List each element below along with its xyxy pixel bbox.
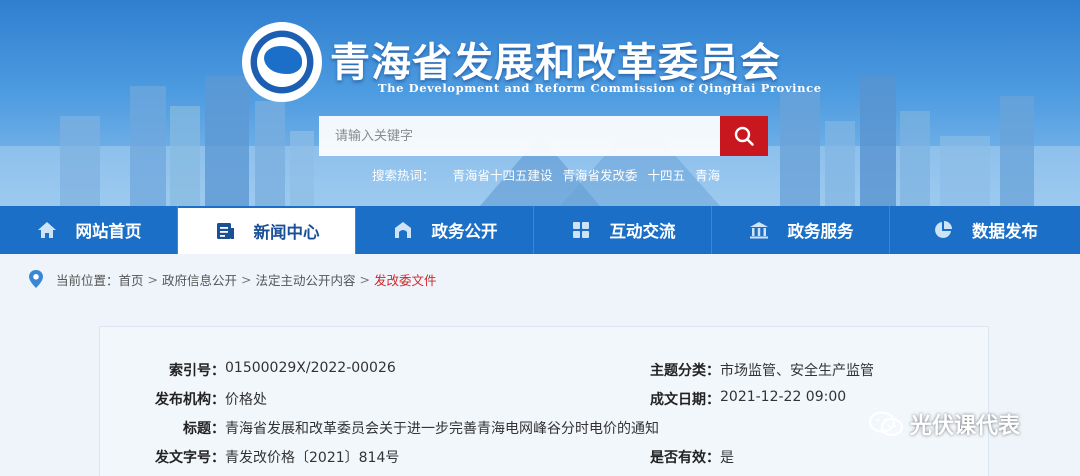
- nav-item-news[interactable]: 新闻中心: [178, 206, 356, 254]
- site-subtitle: The Development and Reform Commission of…: [378, 81, 822, 95]
- hot-keyword[interactable]: 十四五: [648, 165, 686, 184]
- field-category: 主题分类： 市场监管、安全生产监管: [100, 360, 874, 380]
- field-created-date: 成文日期： 2021-12-22 09:00: [100, 389, 846, 409]
- nav-item-home[interactable]: 网站首页: [0, 206, 178, 254]
- breadcrumb-separator: >: [147, 271, 159, 287]
- field-label: 主题分类：: [650, 363, 720, 379]
- nav-item-label: 网站首页: [75, 222, 142, 241]
- nav-item-services[interactable]: 政务服务: [712, 206, 890, 254]
- breadcrumb-separator: >: [359, 271, 371, 287]
- field-value: 市场监管、安全生产监管: [720, 363, 874, 379]
- nav-item-interaction[interactable]: 互动交流: [534, 206, 712, 254]
- breadcrumb-separator: >: [241, 271, 252, 287]
- qinghai-map-emblem: [264, 46, 302, 74]
- field-label: 成文日期：: [650, 392, 720, 408]
- nav-item-label: 政务服务: [787, 222, 854, 241]
- search-input[interactable]: [319, 116, 721, 156]
- main-nav: 网站首页 新闻中心 政务公开 互动交流 政务服务 数据发布: [0, 206, 1080, 254]
- pie-chart-icon: [935, 221, 952, 238]
- nav-item-data[interactable]: 数据发布: [890, 206, 1080, 254]
- wechat-icon: [868, 411, 904, 437]
- hot-keyword[interactable]: 青海省十四五建设: [453, 165, 553, 184]
- breadcrumb-link-home[interactable]: 首页: [119, 270, 144, 289]
- field-value: 2021-12-22 09:00: [720, 389, 847, 405]
- breadcrumb: 当前位置： 首页 > 政府信息公开 > 法定主动公开内容 > 发改委文件: [28, 268, 437, 290]
- commission-emblem-logo: [242, 22, 322, 102]
- government-building-icon: [394, 222, 411, 238]
- field-label: 是否有效：: [650, 450, 720, 466]
- field-title: 标题： 青海省发展和改革委员会关于进一步完善青海电网峰谷分时电价的通知: [100, 418, 659, 438]
- watermark: 光伏课代表: [868, 408, 1020, 440]
- location-pin-icon: [29, 270, 43, 288]
- hot-keywords-label: 搜索热词：: [372, 168, 435, 183]
- bank-icon: [749, 222, 768, 239]
- news-icon: [216, 223, 234, 239]
- search-button[interactable]: [720, 116, 768, 156]
- hot-keyword[interactable]: 青海省发改委: [563, 165, 638, 184]
- field-value: 是: [720, 450, 734, 466]
- breadcrumb-link-gov-info[interactable]: 政府信息公开: [162, 270, 237, 289]
- breadcrumb-prefix: 当前位置：: [56, 272, 119, 288]
- nav-item-label: 新闻中心: [253, 223, 320, 242]
- field-valid: 是否有效： 是: [100, 447, 734, 467]
- nav-item-label: 政务公开: [431, 222, 498, 241]
- nav-item-label: 数据发布: [972, 222, 1038, 241]
- field-value: 青海省发展和改革委员会关于进一步完善青海电网峰谷分时电价的通知: [225, 421, 659, 437]
- site-title: 青海省发展和改革委员会: [330, 39, 781, 86]
- grid-icon: [572, 222, 589, 238]
- hot-keyword[interactable]: 青海: [695, 165, 720, 184]
- field-label: 标题：: [183, 421, 225, 437]
- nav-item-label: 互动交流: [609, 222, 676, 241]
- home-icon: [37, 222, 56, 238]
- search-icon: [734, 126, 754, 146]
- breadcrumb-link-statutory[interactable]: 法定主动公开内容: [256, 270, 356, 289]
- nav-item-gov-affairs[interactable]: 政务公开: [356, 206, 534, 254]
- breadcrumb-current[interactable]: 发改委文件: [374, 270, 437, 289]
- header-banner: 青海省发展和改革委员会 The Development and Reform C…: [0, 0, 1080, 206]
- watermark-text: 光伏课代表: [910, 414, 1021, 439]
- hot-keywords: 搜索热词： 青海省十四五建设 青海省发改委 十四五 青海: [372, 165, 720, 184]
